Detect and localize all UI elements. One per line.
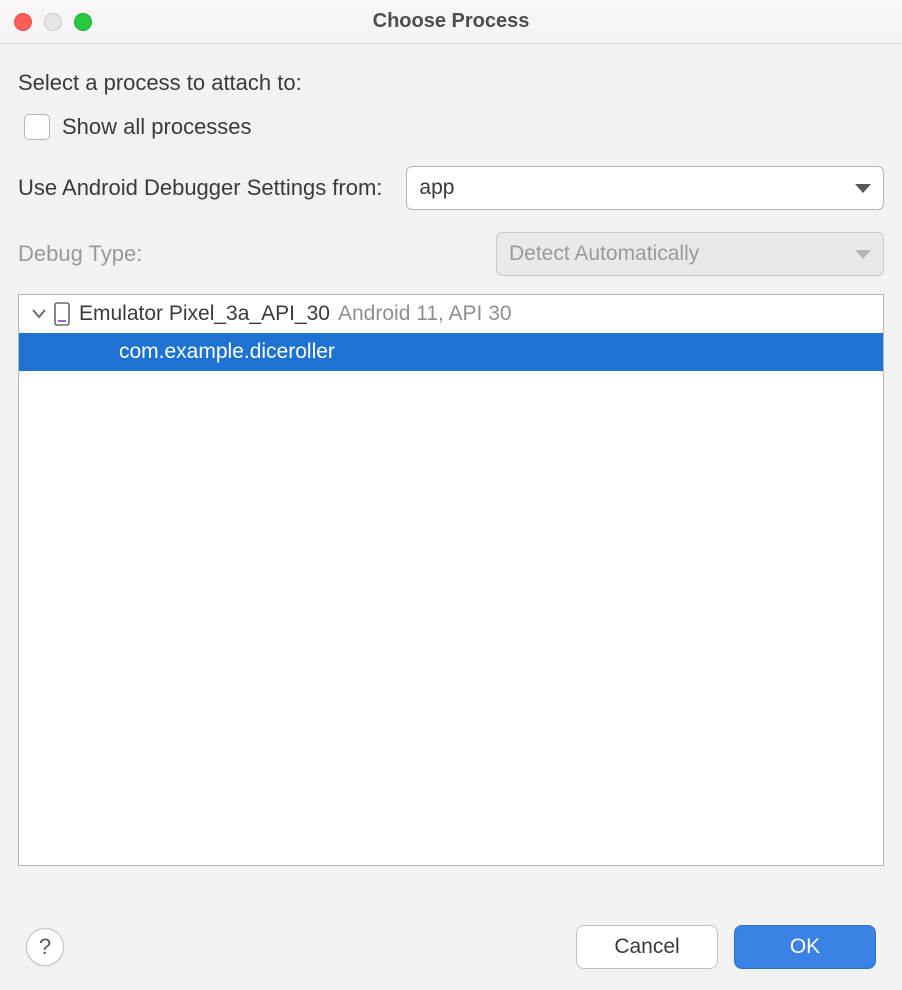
window-zoom-button[interactable]	[74, 13, 92, 31]
dialog-content: Select a process to attach to: Show all …	[0, 44, 902, 866]
show-all-checkbox[interactable]	[24, 114, 50, 140]
ok-label: OK	[790, 935, 820, 959]
help-button[interactable]: ?	[26, 928, 64, 966]
debug-type-value: Detect Automatically	[509, 242, 699, 266]
debug-type-select: Detect Automatically	[496, 232, 884, 276]
help-icon: ?	[39, 934, 51, 960]
dialog-footer: ? Cancel OK	[0, 904, 902, 990]
traffic-lights	[0, 13, 92, 31]
titlebar: Choose Process	[0, 0, 902, 44]
process-name: com.example.diceroller	[119, 340, 335, 364]
tree-row-process[interactable]: com.example.diceroller	[19, 333, 883, 371]
debugger-settings-label: Use Android Debugger Settings from:	[18, 175, 382, 201]
cancel-label: Cancel	[614, 935, 679, 959]
chevron-down-icon	[855, 184, 871, 193]
debugger-settings-select[interactable]: app	[406, 166, 884, 210]
window-close-button[interactable]	[14, 13, 32, 31]
show-all-label: Show all processes	[62, 114, 252, 140]
window-minimize-button[interactable]	[44, 13, 62, 31]
tree-row-device[interactable]: Emulator Pixel_3a_API_30 Android 11, API…	[19, 295, 883, 333]
expand-collapse-icon[interactable]	[25, 309, 53, 319]
device-subtext: Android 11, API 30	[338, 302, 512, 326]
debugger-settings-row: Use Android Debugger Settings from: app	[18, 166, 884, 210]
debug-type-row: Debug Type: Detect Automatically	[18, 232, 884, 276]
window-title: Choose Process	[0, 10, 902, 33]
chevron-down-icon	[855, 250, 871, 259]
process-tree[interactable]: Emulator Pixel_3a_API_30 Android 11, API…	[18, 294, 884, 866]
heading-label: Select a process to attach to:	[18, 70, 884, 96]
ok-button[interactable]: OK	[734, 925, 876, 969]
cancel-button[interactable]: Cancel	[576, 925, 718, 969]
device-name: Emulator Pixel_3a_API_30	[79, 302, 330, 326]
debugger-settings-value: app	[419, 176, 454, 200]
show-all-row: Show all processes	[24, 114, 884, 140]
debug-type-label: Debug Type:	[18, 241, 496, 267]
device-icon	[53, 302, 73, 326]
